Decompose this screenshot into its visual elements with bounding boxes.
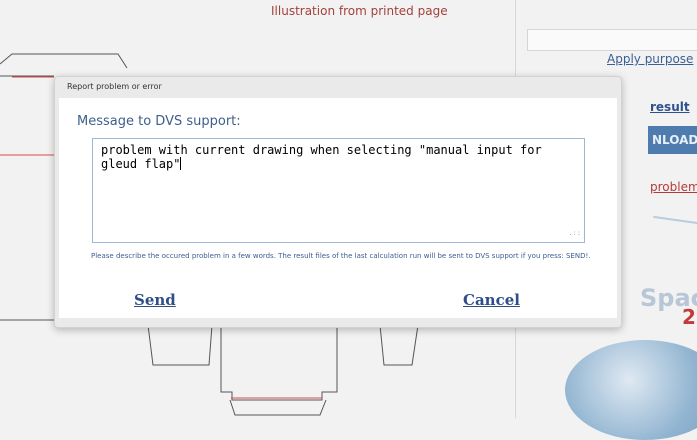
dialog-heading: Message to DVS support: (77, 114, 241, 129)
apply-purpose-link[interactable]: Apply purpose (607, 52, 693, 66)
dialog-body: Message to DVS support: problem with cur… (59, 98, 617, 318)
illustration-title: Illustration from printed page (271, 4, 448, 18)
text-caret (180, 157, 182, 170)
result-link[interactable]: result (650, 100, 690, 114)
message-text: problem with current drawing when select… (101, 143, 542, 171)
dialog-title: Report problem or error (67, 82, 162, 91)
message-textarea[interactable]: problem with current drawing when select… (92, 138, 585, 243)
resize-grip-icon[interactable]: .:: (568, 226, 581, 240)
download-button[interactable]: NLOAD (648, 126, 697, 154)
purpose-input[interactable] (527, 29, 697, 51)
help-text: Please describe the occured problem in a… (91, 252, 591, 260)
report-problem-link[interactable]: problem (650, 180, 697, 194)
send-button[interactable]: Send (134, 291, 176, 309)
report-problem-dialog: Report problem or error Message to DVS s… (54, 76, 622, 328)
cancel-button[interactable]: Cancel (463, 291, 520, 309)
space-logo-number: 2 (682, 305, 696, 329)
